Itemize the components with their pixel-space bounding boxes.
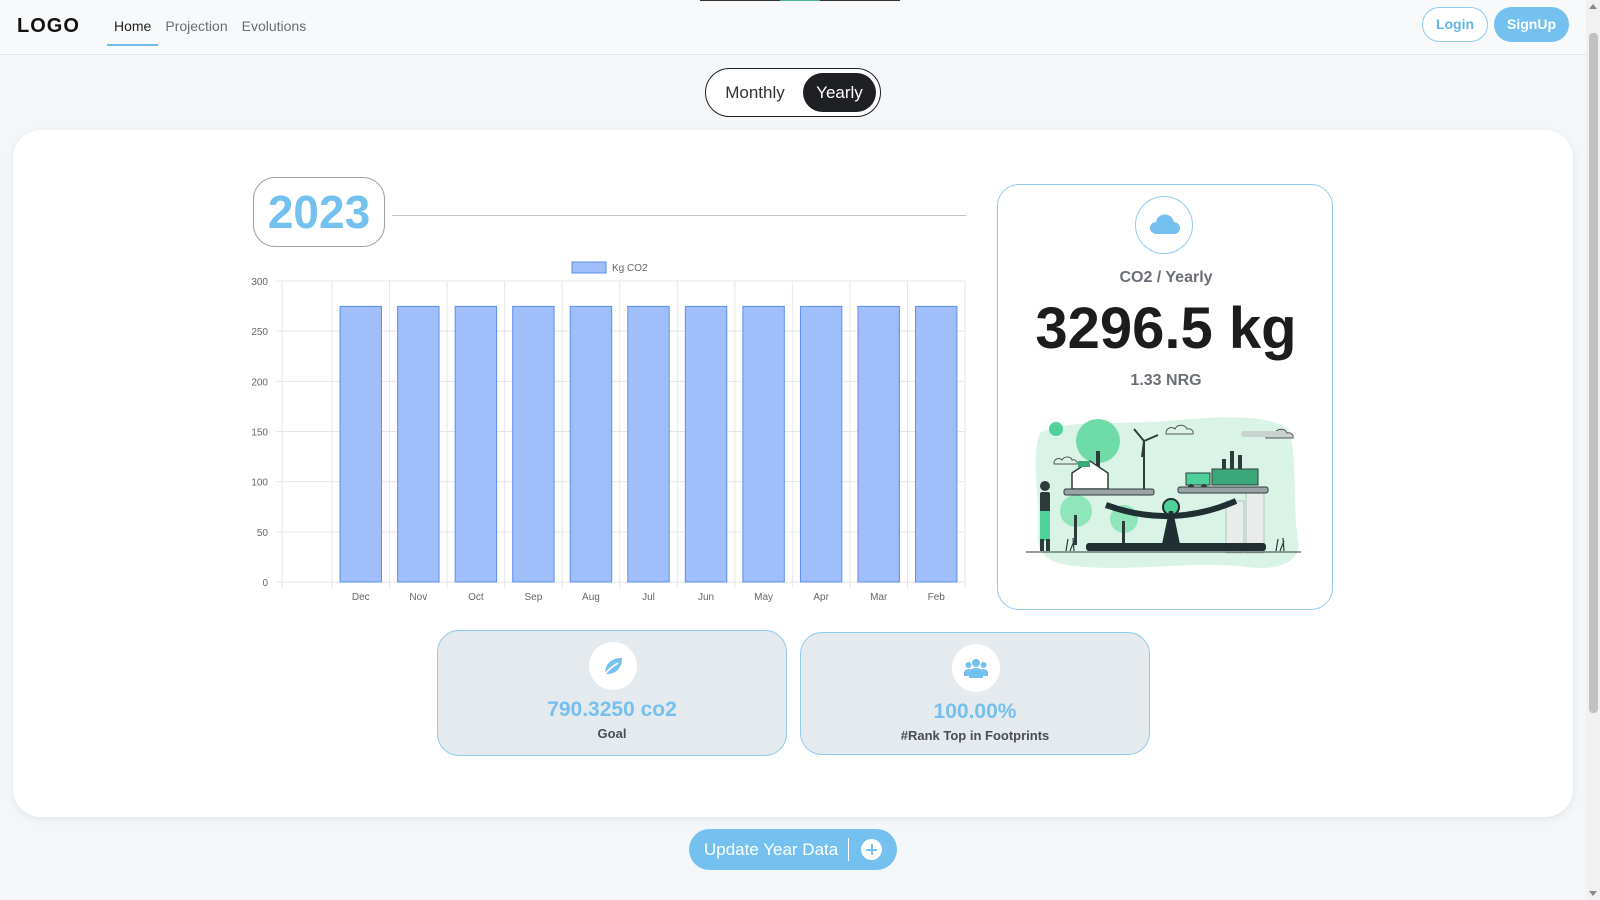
co2-total-value: 3296.5 kg (1035, 296, 1297, 361)
x-tick-label: Jul (642, 592, 655, 603)
y-tick-label: 100 (251, 478, 268, 489)
period-toggle: Monthly Yearly (705, 68, 881, 117)
scroll-up-arrow-icon[interactable] (1589, 4, 1597, 9)
y-tick-label: 200 (251, 377, 268, 388)
x-tick-label: Feb (928, 592, 946, 603)
y-tick-label: 250 (251, 327, 268, 338)
nav-evolutions[interactable]: Evolutions (235, 0, 314, 45)
x-tick-label: Apr (813, 592, 829, 603)
bar-aug (569, 305, 613, 583)
y-tick-label: 150 (251, 428, 268, 439)
nav-projection[interactable]: Projection (158, 0, 234, 45)
login-button[interactable]: Login (1422, 7, 1488, 42)
update-button-divider (848, 838, 849, 861)
update-year-data-button[interactable]: Update Year Data (689, 829, 897, 870)
x-tick-label: Sep (525, 592, 543, 603)
logo[interactable]: LOGO (17, 15, 80, 38)
leaf-icon (589, 642, 637, 690)
y-tick-label: 0 (262, 578, 268, 589)
legend-swatch (571, 261, 607, 274)
x-tick-label: May (754, 592, 773, 603)
bar-may (742, 305, 785, 583)
environment-scale-illustration (1026, 417, 1301, 568)
top-navbar: LOGO Home Projection Evolutions Login Si… (0, 0, 1586, 55)
cloud-icon (1135, 196, 1193, 254)
x-tick-label: Dec (352, 592, 370, 603)
y-tick-label: 50 (257, 528, 269, 539)
bar-feb (915, 305, 958, 583)
goal-label: Goal (597, 726, 627, 741)
top-progress-line (700, 0, 900, 1)
x-tick-label: Aug (582, 592, 600, 603)
users-icon (952, 644, 1000, 692)
bar-sep (512, 305, 555, 583)
toggle-yearly[interactable]: Yearly (803, 73, 876, 112)
co2-summary-card: CO2 / Yearly 3296.5 kg 1.33 NRG (997, 184, 1333, 610)
bar-mar (857, 305, 900, 583)
nav-home[interactable]: Home (107, 0, 159, 46)
rank-card: 100.00% #Rank Top in Footprints (800, 632, 1150, 755)
x-tick-label: Nov (409, 592, 427, 603)
goal-value: 790.3250 co2 (547, 698, 677, 721)
x-tick-label: Mar (870, 592, 888, 603)
bar-jul (627, 305, 670, 583)
bar-dec (339, 305, 382, 583)
rank-value: 100.00% (933, 700, 1017, 723)
scroll-thumb[interactable] (1589, 33, 1598, 713)
bar-jun (684, 305, 728, 583)
nrg-value: 1.33 NRG (1130, 372, 1202, 389)
main-nav: Home Projection Evolutions (107, 0, 313, 55)
bar-apr (799, 305, 843, 583)
scroll-down-arrow-icon[interactable] (1589, 891, 1597, 896)
legend-label: Kg CO2 (612, 263, 648, 274)
co2-bar-chart: 0 50 100 150 200 250 300 Dec Nov Oct Sep Aug Jul Jun M… (251, 261, 966, 603)
bar-nov (397, 305, 440, 583)
rank-label: #Rank Top in Footprints (900, 728, 1050, 743)
update-button-label: Update Year Data (704, 840, 839, 859)
co2-period-label: CO2 / Yearly (1119, 269, 1213, 286)
plus-circle-icon (861, 839, 882, 860)
goal-card: 790.3250 co2 Goal (437, 630, 787, 756)
bar-oct (454, 305, 498, 583)
year-divider (392, 215, 966, 216)
x-tick-label: Jun (698, 592, 714, 603)
y-tick-label: 300 (251, 277, 268, 288)
x-tick-label: Oct (468, 592, 484, 603)
page-scrollbar[interactable] (1586, 0, 1600, 900)
signup-button[interactable]: SignUp (1494, 7, 1569, 42)
toggle-monthly[interactable]: Monthly (712, 73, 798, 112)
year-badge: 2023 (253, 177, 385, 247)
